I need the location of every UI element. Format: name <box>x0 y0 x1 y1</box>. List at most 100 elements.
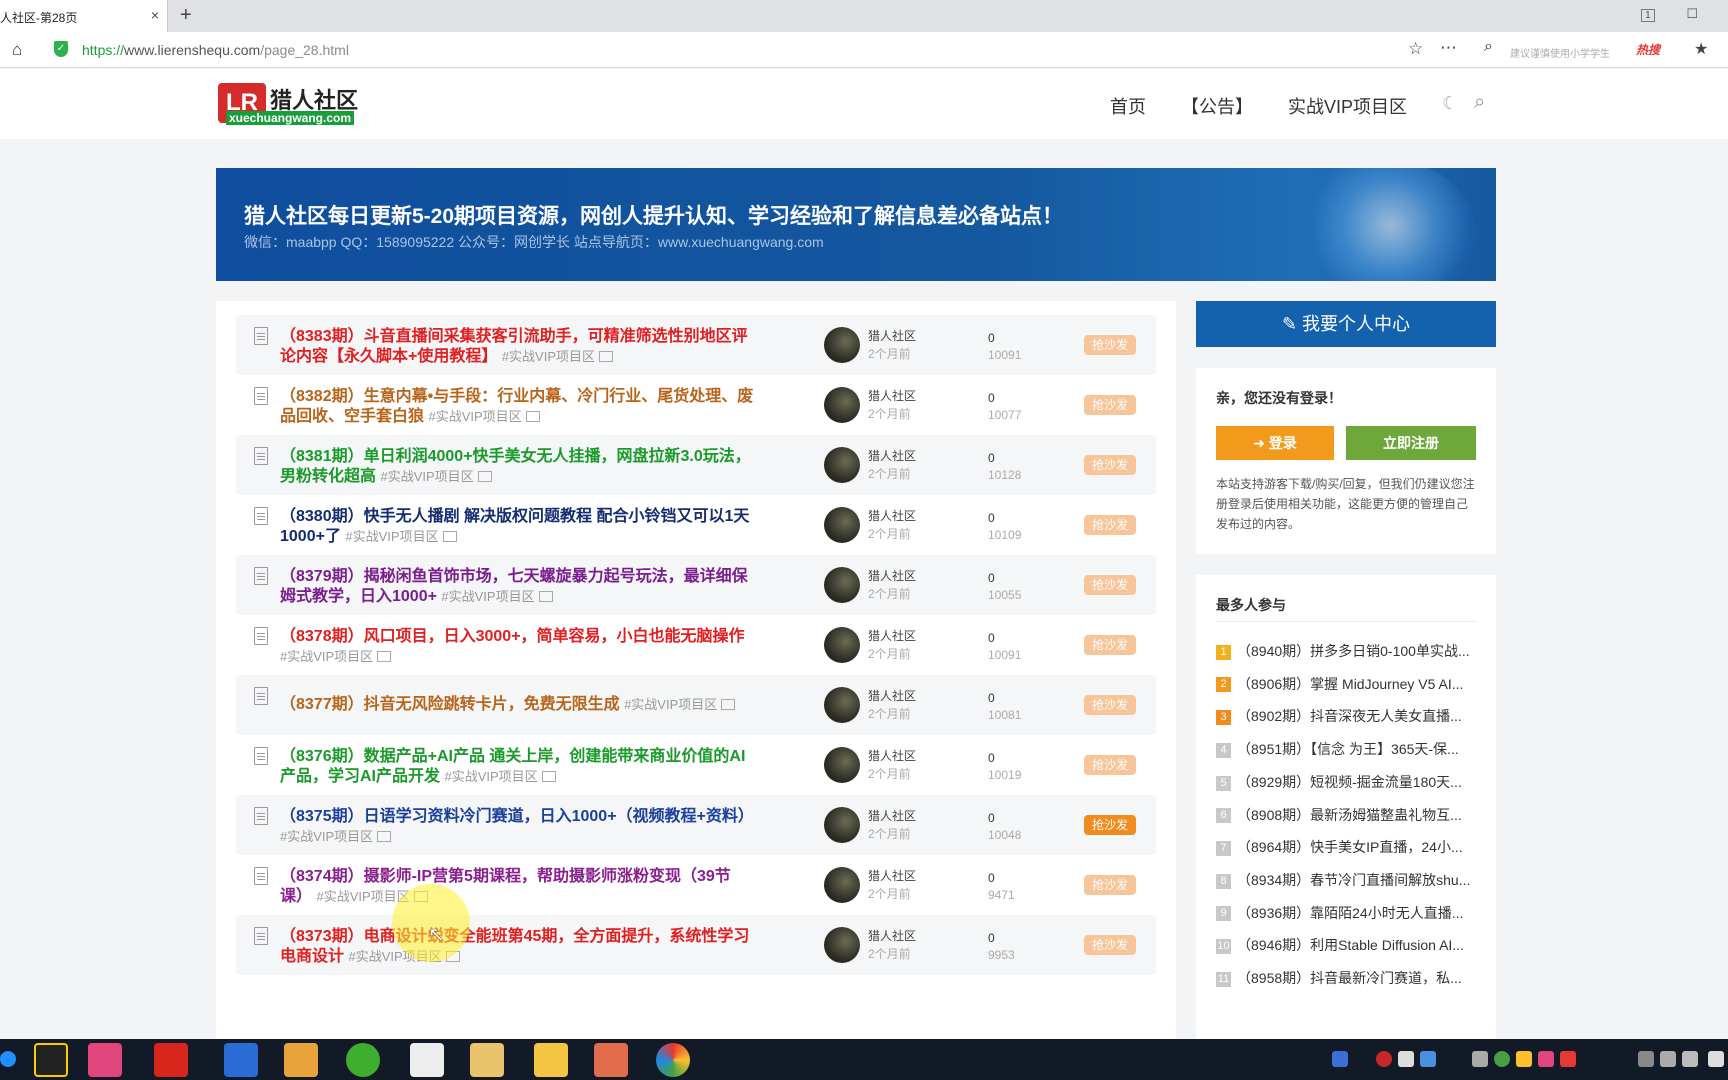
list-item[interactable]: 2 （8906期）掌握 MidJourney V5 AI... <box>1216 674 1486 698</box>
popular-item-title[interactable]: （8906期）掌握 MidJourney V5 AI... <box>1237 676 1463 692</box>
avatar[interactable] <box>824 447 860 483</box>
app-bag-icon[interactable] <box>534 1043 568 1077</box>
post-category-tag[interactable]: #实战VIP项目区 <box>380 469 473 484</box>
table-row[interactable]: （8378期）风口项目，日入3000+，简单容易，小白也能无脑操作 #实战VIP… <box>236 615 1156 675</box>
tray-screen-icon[interactable] <box>1682 1051 1698 1067</box>
post-title[interactable]: （8375期）日语学习资料冷门赛道，日入1000+（视频教程+资料） #实战VI… <box>280 807 754 847</box>
post-category-tag[interactable]: #实战VIP项目区 <box>280 829 373 844</box>
avatar[interactable] <box>824 327 860 363</box>
tray-volume-icon[interactable] <box>1660 1051 1676 1067</box>
post-category-tag[interactable]: #实战VIP项目区 <box>316 889 409 904</box>
post-title[interactable]: （8373期）电商设计蜕变全能班第45期，全方面提升，系统性学习电商设计 #实战… <box>280 927 754 967</box>
post-category-tag[interactable]: #实战VIP项目区 <box>441 589 534 604</box>
list-item[interactable]: 7 （8964期）快手美女IP直播，24小... <box>1216 837 1486 861</box>
popular-item-title[interactable]: （8934期）春节冷门直播间解放shu... <box>1237 872 1470 888</box>
post-category-tag[interactable]: #实战VIP项目区 <box>444 769 537 784</box>
tray-chat-icon[interactable] <box>1398 1051 1414 1067</box>
table-row[interactable]: （8375期）日语学习资料冷门赛道，日入1000+（视频教程+资料） #实战VI… <box>236 795 1156 855</box>
author-name[interactable]: 猎人社区 <box>868 507 916 524</box>
window-counter-icon[interactable]: 1 <box>1641 9 1655 22</box>
author-name[interactable]: 猎人社区 <box>868 747 916 764</box>
table-row[interactable]: （8381期）单日利润4000+快手美女无人挂播，网盘拉新3.0玩法，男粉转化超… <box>236 435 1156 495</box>
table-row[interactable]: （8380期）快手无人播剧 解决版权问题教程 配合小铃铛又可以1天1000+了 … <box>236 495 1156 555</box>
new-tab-button[interactable]: + <box>180 4 192 27</box>
folder-icon[interactable] <box>470 1043 504 1077</box>
app-dark-icon[interactable] <box>410 1043 444 1077</box>
site-search-icon[interactable]: ⌕ <box>1474 91 1485 114</box>
tray-yellow-icon[interactable] <box>1516 1051 1532 1067</box>
app-screen-icon[interactable] <box>594 1043 628 1077</box>
avatar[interactable] <box>824 867 860 903</box>
post-title-text[interactable]: （8381期）单日利润4000+快手美女无人挂播，网盘拉新3.0玩法，男粉转化超… <box>280 448 751 485</box>
list-item[interactable]: 8 （8934期）春节冷门直播间解放shu... <box>1216 870 1486 894</box>
more-options-icon[interactable]: ⋯ <box>1440 38 1457 58</box>
table-row[interactable]: （8382期）生意内幕•与手段：行业内幕、冷门行业、尾货处理、废品回收、空手套白… <box>236 375 1156 435</box>
shield-icon[interactable]: ✓ <box>54 41 68 57</box>
table-row[interactable]: （8379期）揭秘闲鱼首饰市场，七天螺旋暴力起号玩法，最详细保姆式教学，日入10… <box>236 555 1156 615</box>
url-field[interactable]: https://www.lierenshequ.com/page_28.html <box>82 42 349 58</box>
post-category-tag[interactable]: #实战VIP项目区 <box>345 529 438 544</box>
avatar[interactable] <box>824 747 860 783</box>
wps-icon[interactable] <box>154 1043 188 1077</box>
nav-item-home[interactable]: 首页 <box>1110 97 1146 117</box>
post-title[interactable]: （8383期）斗音直播间采集获客引流助手，可精准筛选性别地区评论内容【永久脚本+… <box>280 327 754 367</box>
avatar[interactable] <box>824 687 860 723</box>
avatar[interactable] <box>824 927 860 963</box>
home-icon[interactable]: ⌂ <box>12 40 22 60</box>
grab-sofa-button[interactable]: 抢沙发 <box>1084 515 1136 535</box>
post-category-tag[interactable]: #实战VIP项目区 <box>428 409 521 424</box>
qq-icon[interactable] <box>34 1043 68 1077</box>
dark-mode-icon[interactable]: ☾ <box>1442 93 1458 114</box>
list-item[interactable]: 4 （8951期）【信念 为王】365天-保... <box>1216 739 1486 763</box>
browser-app-icon[interactable] <box>656 1043 690 1077</box>
popular-item-title[interactable]: （8951期）【信念 为王】365天-保... <box>1237 741 1459 757</box>
grab-sofa-button[interactable]: 抢沙发 <box>1084 935 1136 955</box>
avatar[interactable] <box>824 387 860 423</box>
register-button[interactable]: 立即注册 <box>1346 426 1476 460</box>
table-row[interactable]: （8373期）电商设计蜕变全能班第45期，全方面提升，系统性学习电商设计 #实战… <box>236 915 1156 975</box>
hot-search-label[interactable]: 热搜 <box>1636 41 1660 58</box>
post-title[interactable]: （8376期）数据产品+AI产品 通关上岸，创建能带来商业价值的AI产品，学习A… <box>280 747 754 787</box>
popular-item-title[interactable]: （8940期）拼多多日销0-100单实战... <box>1237 643 1470 659</box>
post-title-text[interactable]: （8378期）风口项目，日入3000+，简单容易，小白也能无脑操作 <box>280 628 745 645</box>
site-logo[interactable]: LR 猎人社区 xuechuangwang.com <box>218 81 368 131</box>
post-title[interactable]: （8374期）摄影师-IP营第5期课程，帮助摄影师涨粉变现（39节课） #实战V… <box>280 867 754 907</box>
tray-green-icon[interactable] <box>1494 1051 1510 1067</box>
table-row[interactable]: （8376期）数据产品+AI产品 通关上岸，创建能带来商业价值的AI产品，学习A… <box>236 735 1156 795</box>
popular-item-title[interactable]: （8902期）抖音深夜无人美女直播... <box>1237 708 1462 724</box>
post-title[interactable]: （8382期）生意内幕•与手段：行业内幕、冷门行业、尾货处理、废品回收、空手套白… <box>280 387 754 427</box>
personal-center-button[interactable]: ✎ 我要个人中心 <box>1196 301 1496 347</box>
app-pink-icon[interactable] <box>88 1043 122 1077</box>
tray-red-icon[interactable] <box>1560 1051 1576 1067</box>
author-name[interactable]: 猎人社区 <box>868 327 916 344</box>
post-title-text[interactable]: （8375期）日语学习资料冷门赛道，日入1000+（视频教程+资料） <box>280 808 754 825</box>
tray-check-icon[interactable] <box>1332 1051 1348 1067</box>
bookmark-star-icon[interactable]: ☆ <box>1408 39 1423 59</box>
list-item[interactable]: 1 （8940期）拼多多日销0-100单实战... <box>1216 641 1486 665</box>
tray-app-icon[interactable] <box>1376 1051 1392 1067</box>
favorites-icon[interactable]: ★ <box>1694 39 1708 59</box>
post-title[interactable]: （8381期）单日利润4000+快手美女无人挂播，网盘拉新3.0玩法，男粉转化超… <box>280 447 754 487</box>
post-title[interactable]: （8380期）快手无人播剧 解决版权问题教程 配合小铃铛又可以1天1000+了 … <box>280 507 754 547</box>
author-name[interactable]: 猎人社区 <box>868 567 916 584</box>
tray-cloud-icon[interactable] <box>1420 1051 1436 1067</box>
browser-tab[interactable]: 人社区-第28页 × <box>0 0 168 32</box>
login-button[interactable]: ➜ 登录 <box>1216 426 1334 460</box>
nav-item-announcement[interactable]: 【公告】 <box>1181 97 1253 117</box>
nav-item-vip[interactable]: 实战VIP项目区 <box>1288 97 1407 117</box>
start-icon[interactable] <box>0 1051 16 1067</box>
author-name[interactable]: 猎人社区 <box>868 687 916 704</box>
table-row[interactable]: （8374期）摄影师-IP营第5期课程，帮助摄影师涨粉变现（39节课） #实战V… <box>236 855 1156 915</box>
popular-item-title[interactable]: （8964期）快手美女IP直播，24小... <box>1237 839 1463 855</box>
list-item[interactable]: 10 （8946期）利用Stable Diffusion AI... <box>1216 935 1486 959</box>
grab-sofa-button[interactable]: 抢沙发 <box>1084 815 1136 835</box>
shirt-icon[interactable]: ☐ <box>1686 6 1698 21</box>
author-name[interactable]: 猎人社区 <box>868 807 916 824</box>
list-item[interactable]: 6 （8908期）最新汤姆猫整蛊礼物互... <box>1216 805 1486 829</box>
app-green-icon[interactable] <box>346 1043 380 1077</box>
post-category-tag[interactable]: #实战VIP项目区 <box>624 697 717 712</box>
avatar[interactable] <box>824 807 860 843</box>
tray-pink-icon[interactable] <box>1538 1051 1554 1067</box>
tab-close-icon[interactable]: × <box>151 7 159 23</box>
popular-item-title[interactable]: （8908期）最新汤姆猫整蛊礼物互... <box>1237 807 1462 823</box>
